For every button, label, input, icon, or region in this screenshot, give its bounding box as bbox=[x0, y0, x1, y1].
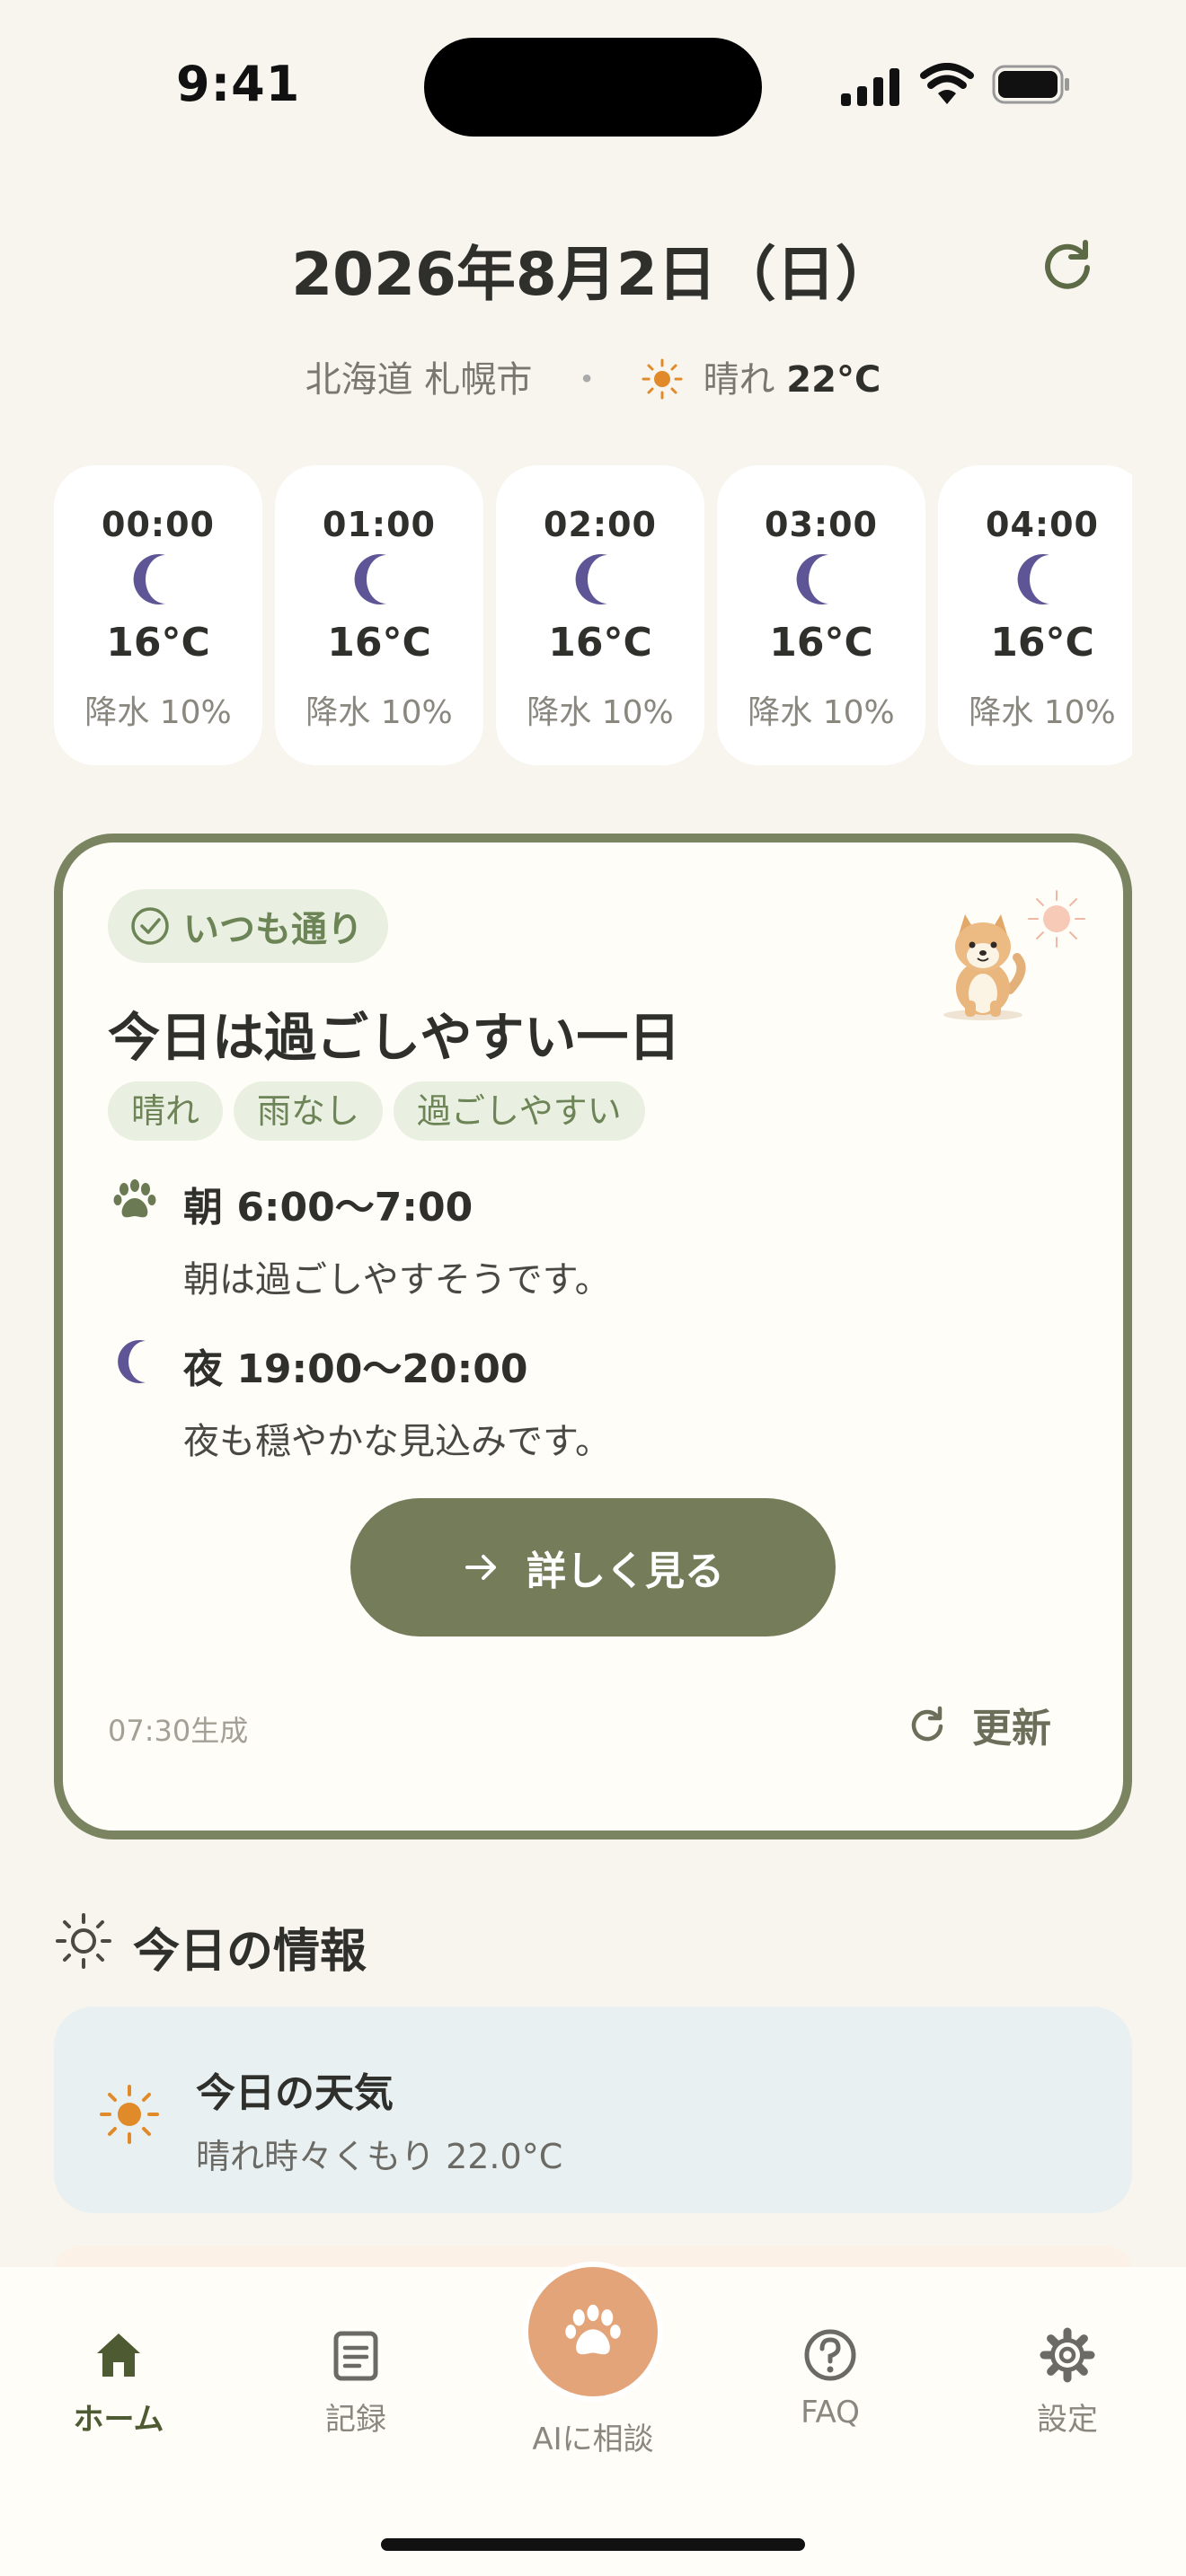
moon-icon bbox=[1017, 554, 1049, 604]
hourly-temp: 16°C bbox=[990, 620, 1094, 666]
hourly-temp: 16°C bbox=[548, 620, 652, 666]
gear-icon bbox=[1040, 2327, 1095, 2383]
section-title: 今日の情報 bbox=[133, 1925, 367, 1979]
night-slot-desc: 夜も穏やかな見込みです。 bbox=[183, 1421, 611, 1462]
sun-icon bbox=[100, 2085, 159, 2144]
current-temperature: 22°C bbox=[786, 359, 881, 401]
arrow-right-icon bbox=[465, 1555, 496, 1580]
weather-card-desc: 晴れ時々くもり 22.0°C bbox=[196, 2137, 563, 2176]
home-icon bbox=[97, 2333, 140, 2377]
sun-icon bbox=[642, 358, 683, 400]
document-list-icon bbox=[333, 2331, 378, 2381]
tab-home-label: ホーム bbox=[73, 2402, 164, 2438]
badge-label: いつも通り bbox=[183, 909, 363, 950]
see-details-button[interactable]: 詳しく見る bbox=[350, 1498, 836, 1636]
hourly-forecast-scroller[interactable]: 00:00 16°C 降水 10% 01:00 16°C 降水 10% 02:0… bbox=[54, 465, 1132, 769]
sun-outline-icon bbox=[56, 1913, 111, 1969]
today-weather-card[interactable]: 今日の天気 晴れ時々くもり 22.0°C bbox=[54, 2007, 1132, 2213]
condition-tag: 過ごしやすい bbox=[394, 1081, 645, 1141]
update-button[interactable]: 更新 bbox=[907, 1696, 1051, 1753]
condition-tags: 晴れ 雨なし 過ごしやすい bbox=[108, 1081, 645, 1141]
hourly-card[interactable]: 04:00 16°C 降水 10% bbox=[938, 465, 1132, 765]
hourly-rain: 降水 10% bbox=[527, 694, 674, 731]
moon-icon bbox=[118, 1340, 146, 1383]
home-indicator bbox=[381, 2538, 805, 2551]
hourly-temp: 16°C bbox=[106, 620, 210, 666]
moon-icon bbox=[796, 554, 828, 604]
hourly-temp: 16°C bbox=[769, 620, 873, 666]
tab-settings[interactable]: 設定 bbox=[978, 2326, 1157, 2439]
cellular-signal-icon bbox=[841, 68, 899, 106]
summary-title: 今日は過ごしやすい一日 bbox=[108, 1007, 681, 1068]
see-details-label: 詳しく見る bbox=[527, 1548, 724, 1594]
tab-home[interactable]: ホーム bbox=[29, 2326, 208, 2439]
hourly-card[interactable]: 03:00 16°C 降水 10% bbox=[717, 465, 925, 765]
moon-icon bbox=[133, 554, 165, 604]
moon-icon bbox=[354, 554, 386, 604]
wifi-icon bbox=[920, 63, 974, 104]
hourly-rain: 降水 10% bbox=[305, 694, 453, 731]
tab-records-label: 記録 bbox=[325, 2402, 386, 2438]
refresh-icon[interactable] bbox=[1039, 237, 1096, 295]
check-circle-icon bbox=[131, 907, 169, 945]
battery-icon bbox=[992, 65, 1069, 104]
hourly-card[interactable]: 01:00 16°C 降水 10% bbox=[275, 465, 483, 765]
refresh-icon bbox=[911, 1706, 943, 1742]
condition-tag: 雨なし bbox=[234, 1081, 384, 1141]
condition-tag: 晴れ bbox=[108, 1081, 224, 1141]
paw-icon bbox=[113, 1179, 156, 1218]
ai-consult-button[interactable] bbox=[523, 2262, 663, 2402]
hourly-rain: 降水 10% bbox=[748, 694, 895, 731]
generated-time: 07:30生成 bbox=[108, 1714, 249, 1748]
status-time: 9:41 bbox=[176, 56, 301, 112]
tab-faq[interactable]: FAQ bbox=[740, 2326, 920, 2430]
hourly-temp: 16°C bbox=[327, 620, 431, 666]
morning-slot-title: 朝 6:00〜7:00 bbox=[183, 1185, 474, 1231]
tab-faq-label: FAQ bbox=[801, 2395, 860, 2430]
page-title-date: 2026年8月2日（日） bbox=[291, 240, 895, 309]
tab-settings-label: 設定 bbox=[1037, 2402, 1098, 2438]
tab-records[interactable]: 記録 bbox=[266, 2326, 446, 2439]
separator-dot: ・ bbox=[569, 359, 606, 401]
morning-slot-desc: 朝は過ごしやすそうです。 bbox=[183, 1259, 611, 1301]
hourly-card[interactable]: 02:00 16°C 降水 10% bbox=[496, 465, 704, 765]
dynamic-island bbox=[424, 38, 762, 137]
moon-icon bbox=[575, 554, 607, 604]
paw-icon bbox=[565, 2304, 621, 2355]
shiba-dog-illustration bbox=[943, 890, 1085, 1020]
update-label: 更新 bbox=[972, 1706, 1051, 1751]
hourly-time: 04:00 bbox=[986, 505, 1099, 544]
weather-condition: 晴れ bbox=[703, 359, 775, 401]
hourly-rain: 降水 10% bbox=[84, 694, 232, 731]
ai-consult-label[interactable]: AIに相談 bbox=[503, 2414, 683, 2458]
location-weather-line: 北海道 札幌市 ・ 晴れ 22°C bbox=[0, 350, 1186, 402]
hourly-rain: 降水 10% bbox=[969, 694, 1116, 731]
location-text: 北海道 札幌市 bbox=[305, 359, 533, 401]
weather-card-title: 今日の天気 bbox=[196, 2070, 394, 2116]
hourly-time: 00:00 bbox=[102, 505, 215, 544]
hourly-time: 01:00 bbox=[323, 505, 436, 544]
hourly-time: 02:00 bbox=[544, 505, 657, 544]
hourly-card[interactable]: 00:00 16°C 降水 10% bbox=[54, 465, 262, 765]
night-slot-title: 夜 19:00〜20:00 bbox=[183, 1346, 528, 1392]
hourly-time: 03:00 bbox=[765, 505, 878, 544]
status-badge: いつも通り bbox=[108, 889, 388, 963]
question-circle-icon bbox=[804, 2329, 856, 2381]
